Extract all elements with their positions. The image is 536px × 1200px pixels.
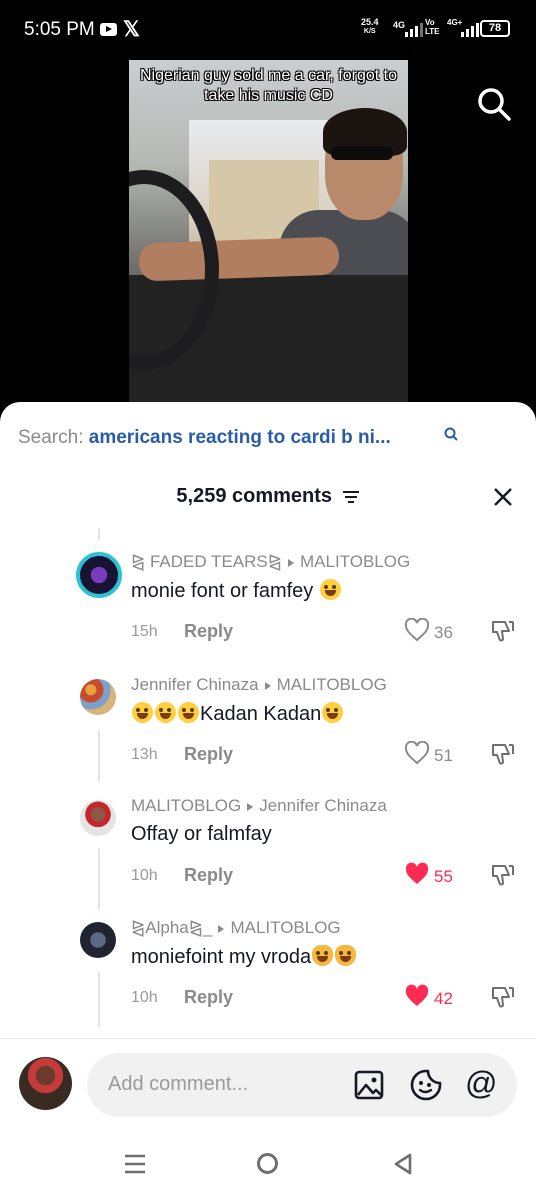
heart-filled-icon[interactable] <box>404 862 430 886</box>
search-suggestion-icon[interactable] <box>443 426 459 442</box>
network-4g: 4G <box>393 20 406 30</box>
dislike-icon[interactable] <box>490 984 516 1010</box>
like-count: 51 <box>434 746 453 765</box>
comment-username[interactable]: MALITOBLOG Jennifer Chinaza <box>131 796 387 816</box>
volte-label: Vo LTE <box>425 18 440 36</box>
comments-sheet: Search: americans reacting to cardi b ni… <box>0 402 536 1200</box>
video-caption: Nigerian guy sold me a car, forgot to ta… <box>139 67 398 104</box>
comment-text: monie font or famfey <box>131 579 342 603</box>
dislike-icon[interactable] <box>490 741 516 767</box>
status-bar: 5:05 PM 𝕏 25.4 K/S 4G Vo LTE 4G+ 78 <box>0 0 536 60</box>
like-count: 55 <box>434 867 453 886</box>
reply-arrow-icon <box>287 558 294 567</box>
home-icon[interactable] <box>257 1153 278 1174</box>
net-speed-value: 25.4 <box>361 17 379 27</box>
reply-arrow-icon <box>264 681 271 690</box>
comment-text-body: Offay or falmfay <box>131 823 272 845</box>
reply-button[interactable]: Reply <box>184 621 233 642</box>
comment-reply-to[interactable]: MALITOBLOG <box>277 675 387 694</box>
video-player[interactable]: Nigerian guy sold me a car, forgot to ta… <box>129 60 408 402</box>
heart-icon[interactable] <box>404 741 430 765</box>
joy-emoji-icon <box>178 702 199 723</box>
comments-count: 5,259 comments <box>176 485 333 507</box>
avatar[interactable] <box>80 679 116 715</box>
divider <box>0 1038 536 1039</box>
status-time: 5:05 PM <box>24 19 95 40</box>
comment-time: 15h <box>131 623 158 640</box>
signal-icon-2 <box>461 23 479 37</box>
comment-author[interactable]: Jennifer Chinaza <box>131 675 259 694</box>
youtube-icon <box>100 23 117 36</box>
like-count: 36 <box>434 623 453 642</box>
comment-time: 13h <box>131 746 158 763</box>
comment-author[interactable]: ⧎Alpha⧎_ <box>131 918 212 937</box>
net-speed-unit: K/S <box>363 28 376 35</box>
dislike-icon[interactable] <box>490 618 516 644</box>
comment-text: moniefoint my vroda <box>131 945 357 969</box>
my-avatar <box>19 1057 72 1110</box>
avatar[interactable] <box>80 800 116 836</box>
comment-text-body: moniefoint my vroda <box>131 946 312 968</box>
back-icon[interactable] <box>393 1153 413 1175</box>
x-icon: 𝕏 <box>123 18 140 41</box>
comment-reply-to[interactable]: MALITOBLOG <box>300 552 410 571</box>
comment-text-body: Kadan Kadan <box>200 703 322 725</box>
comment-author[interactable]: MALITOBLOG <box>131 796 241 815</box>
avatar[interactable] <box>76 552 122 598</box>
comment-text-body: monie font or famfey <box>131 580 314 602</box>
comment-input-placeholder: Add comment... <box>108 1073 249 1095</box>
rofl-emoji-icon <box>322 702 344 723</box>
signal-icon <box>405 23 423 37</box>
comment-username[interactable]: Jennifer Chinaza MALITOBLOG <box>131 675 387 695</box>
emoji-icon[interactable] <box>410 1069 442 1101</box>
comment-reply-to[interactable]: MALITOBLOG <box>230 918 340 937</box>
comment-username[interactable]: ⧎Alpha⧎_ MALITOBLOG <box>131 918 341 938</box>
avatar[interactable] <box>80 922 116 958</box>
joy-cat-emoji-icon <box>335 945 357 966</box>
comment-text: Kadan Kadan <box>131 702 344 726</box>
comment-time: 10h <box>131 867 158 884</box>
reply-arrow-icon <box>218 924 225 933</box>
reply-arrow-icon <box>247 802 254 811</box>
heart-filled-icon[interactable] <box>404 984 430 1008</box>
search-suggestion[interactable]: Search: americans reacting to cardi b ni… <box>18 427 391 449</box>
thread-line <box>98 731 100 781</box>
thread-line <box>98 972 100 1027</box>
comment-input[interactable]: Add comment... @ <box>87 1053 517 1117</box>
joy-emoji-icon <box>319 579 341 600</box>
comments-header: 5,259 comments <box>0 485 536 508</box>
like-count: 42 <box>434 989 453 1008</box>
comment-author[interactable]: ⧎ FADED TEARS⧎ <box>131 552 282 571</box>
joy-emoji-icon <box>155 702 176 723</box>
reply-button[interactable]: Reply <box>184 987 233 1008</box>
image-icon[interactable] <box>354 1070 384 1100</box>
search-query[interactable]: americans reacting to cardi b ni... <box>89 427 391 448</box>
mention-icon[interactable]: @ <box>465 1067 497 1099</box>
heart-icon[interactable] <box>404 618 430 642</box>
comment-reply-to[interactable]: Jennifer Chinaza <box>259 796 387 815</box>
video-sunglasses <box>331 146 393 160</box>
volte-bottom: LTE <box>425 27 440 36</box>
comment-text: Offay or falmfay <box>131 823 272 846</box>
recent-apps-icon[interactable] <box>124 1154 146 1174</box>
comment-time: 10h <box>131 989 158 1006</box>
sort-icon[interactable] <box>342 490 360 504</box>
search-prefix: Search: <box>18 427 84 448</box>
reply-button[interactable]: Reply <box>184 744 233 765</box>
search-icon[interactable] <box>476 86 512 122</box>
dislike-icon[interactable] <box>490 862 516 888</box>
thread-line <box>98 528 100 540</box>
joy-emoji-icon <box>132 702 153 723</box>
net-speed: 25.4 K/S <box>361 18 379 36</box>
volte-top: Vo <box>425 18 435 27</box>
system-nav-bar <box>0 1142 536 1200</box>
joy-cat-emoji-icon <box>312 945 334 966</box>
thread-line <box>98 849 100 909</box>
comment-username[interactable]: ⧎ FADED TEARS⧎ MALITOBLOG <box>131 552 410 572</box>
reply-button[interactable]: Reply <box>184 865 233 886</box>
battery-icon: 78 <box>480 20 510 37</box>
close-icon[interactable] <box>491 485 515 509</box>
